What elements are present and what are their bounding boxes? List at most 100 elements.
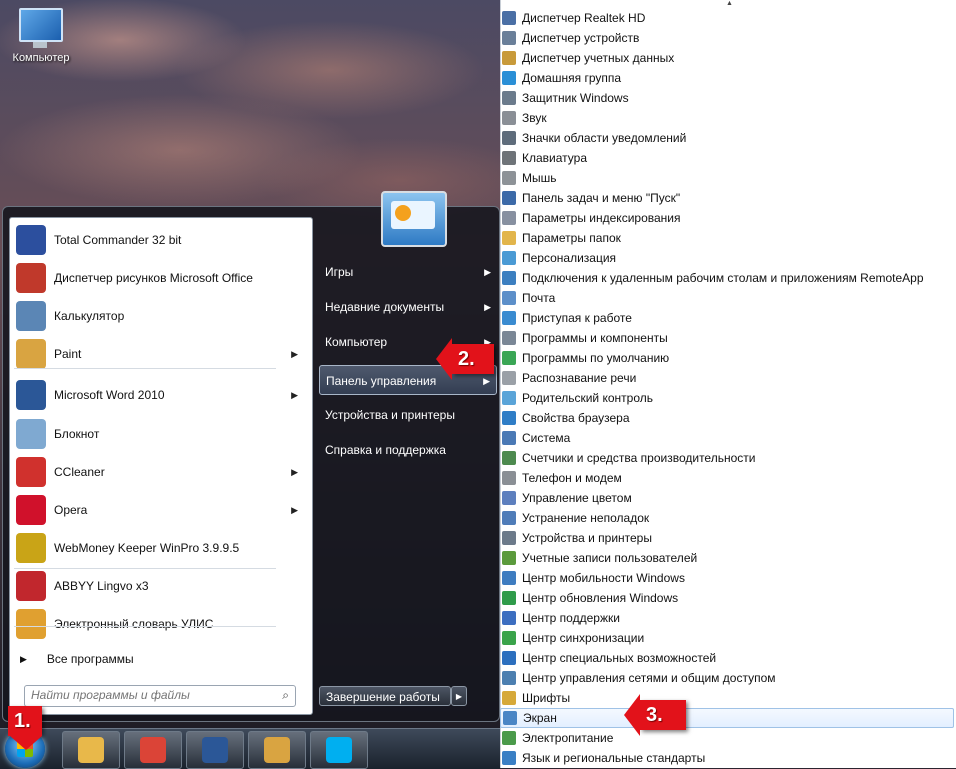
control-panel-item[interactable]: Устройства и принтеры <box>500 528 954 548</box>
control-panel-item[interactable]: Мышь <box>500 168 954 188</box>
control-panel-item[interactable]: Центр обновления Windows <box>500 588 954 608</box>
control-panel-item-icon <box>503 711 517 725</box>
desktop-icon-computer[interactable]: Компьютер <box>6 8 76 64</box>
control-panel-item-icon <box>502 331 516 345</box>
control-panel-item[interactable]: Диспетчер Realtek HD <box>500 8 954 28</box>
program-item[interactable]: CCleaner ▶ <box>14 454 306 490</box>
control-panel-item[interactable]: Центр мобильности Windows <box>500 568 954 588</box>
control-panel-item[interactable]: Программы по умолчанию <box>500 348 954 368</box>
taskbar-button-word[interactable] <box>186 731 244 769</box>
program-item[interactable]: Диспетчер рисунков Microsoft Office <box>14 260 306 296</box>
control-panel-item-label: Персонализация <box>522 251 617 265</box>
start-menu-link[interactable]: Недавние документы ▶ <box>319 292 497 322</box>
control-panel-item[interactable]: Центр управления сетями и общим доступом <box>500 668 954 688</box>
control-panel-item-label: Центр синхронизации <box>522 631 645 645</box>
control-panel-item-label: Защитник Windows <box>522 91 629 105</box>
start-menu-link[interactable]: Справка и поддержка <box>319 435 497 465</box>
control-panel-item[interactable]: Устранение неполадок <box>500 508 954 528</box>
start-menu-link-label: Панель управления <box>326 374 437 388</box>
ccleaner-icon <box>16 457 46 487</box>
taskbar-button-chrome[interactable] <box>124 731 182 769</box>
control-panel-item[interactable]: Значки области уведомлений <box>500 128 954 148</box>
control-panel-item-label: Телефон и модем <box>522 471 622 485</box>
control-panel-item[interactable]: Управление цветом <box>500 488 954 508</box>
shutdown-options-button[interactable]: ▶ <box>451 686 467 706</box>
control-panel-item-icon <box>502 171 516 185</box>
program-item[interactable]: Paint ▶ <box>14 336 306 372</box>
submenu-arrow-icon: ▶ <box>291 504 298 515</box>
control-panel-item[interactable]: Экран <box>500 708 954 728</box>
program-label: Электронный словарь УЛИС <box>54 617 214 631</box>
taskbar-button-paint[interactable] <box>248 731 306 769</box>
control-panel-item[interactable]: Распознавание речи <box>500 368 954 388</box>
control-panel-item[interactable]: Родительский контроль <box>500 388 954 408</box>
control-panel-item[interactable]: Почта <box>500 288 954 308</box>
control-panel-item[interactable]: Параметры папок <box>500 228 954 248</box>
program-label: Opera <box>54 503 88 517</box>
program-label: Блокнот <box>54 427 100 441</box>
start-menu-link-label: Справка и поддержка <box>325 443 446 457</box>
control-panel-item[interactable]: Диспетчер устройств <box>500 28 954 48</box>
start-menu-link-label: Недавние документы <box>325 300 445 314</box>
program-item[interactable]: Электронный словарь УЛИС <box>14 606 306 642</box>
shutdown-button[interactable]: Завершение работы <box>319 686 451 706</box>
control-panel-item[interactable]: Панель задач и меню "Пуск" <box>500 188 954 208</box>
start-menu-link[interactable]: Устройства и принтеры <box>319 400 497 430</box>
control-panel-item[interactable]: Система <box>500 428 954 448</box>
control-panel-item[interactable]: Домашняя группа <box>500 68 954 88</box>
start-search-box[interactable]: ⌕ <box>24 685 296 707</box>
control-panel-item[interactable]: Учетные записи пользователей <box>500 548 954 568</box>
webmoney-icon <box>16 533 46 563</box>
program-item[interactable]: Блокнот <box>14 416 306 452</box>
program-label: ABBYY Lingvo x3 <box>54 579 149 593</box>
control-panel-item-icon <box>502 751 516 765</box>
control-panel-item[interactable]: Диспетчер учетных данных <box>500 48 954 68</box>
control-panel-item[interactable]: Электропитание <box>500 728 954 748</box>
control-panel-item-label: Мышь <box>522 171 557 185</box>
control-panel-item-label: Диспетчер Realtek HD <box>522 11 646 25</box>
search-input[interactable] <box>25 686 277 704</box>
control-panel-item-icon <box>502 431 516 445</box>
control-panel-item-icon <box>502 411 516 425</box>
scroll-up-arrow-icon[interactable]: ▲ <box>726 0 733 7</box>
control-panel-item[interactable]: Защитник Windows <box>500 88 954 108</box>
program-label: Калькулятор <box>54 309 125 323</box>
control-panel-item[interactable]: Язык и региональные стандарты <box>500 748 954 768</box>
control-panel-item[interactable]: Персонализация <box>500 248 954 268</box>
control-panel-item[interactable]: Программы и компоненты <box>500 328 954 348</box>
program-label: Microsoft Word 2010 <box>54 388 165 402</box>
control-panel-item[interactable]: Свойства браузера <box>500 408 954 428</box>
control-panel-item-label: Центр управления сетями и общим доступом <box>522 671 776 685</box>
control-panel-item[interactable]: Счетчики и средства производительности <box>500 448 954 468</box>
control-panel-item[interactable]: Шрифты <box>500 688 954 708</box>
control-panel-item-label: Система <box>522 431 571 445</box>
program-item[interactable]: WebMoney Keeper WinPro 3.9.9.5 <box>14 530 306 566</box>
taskbar-button-explorer[interactable] <box>62 731 120 769</box>
control-panel-item[interactable]: Центр специальных возможностей <box>500 648 954 668</box>
program-item[interactable]: Калькулятор <box>14 298 306 334</box>
program-item[interactable]: Microsoft Word 2010 ▶ <box>14 377 306 413</box>
control-panel-item[interactable]: Центр синхронизации <box>500 628 954 648</box>
control-panel-item[interactable]: Подключения к удаленным рабочим столам и… <box>500 268 954 288</box>
control-panel-item[interactable]: Звук <box>500 108 954 128</box>
control-panel-item-label: Центр обновления Windows <box>522 591 679 605</box>
control-panel-item-icon <box>502 71 516 85</box>
start-menu-link[interactable]: Игры ▶ <box>319 257 497 287</box>
program-item[interactable]: Opera ▶ <box>14 492 306 528</box>
control-panel-item-label: Панель задач и меню "Пуск" <box>522 191 681 205</box>
taskbar-button-skype[interactable] <box>310 731 368 769</box>
control-panel-item-label: Электропитание <box>522 731 614 745</box>
dictionary-icon <box>16 609 46 639</box>
control-panel-item-label: Центр специальных возможностей <box>522 651 717 665</box>
control-panel-item-icon <box>502 611 516 625</box>
control-panel-item[interactable]: Центр поддержки <box>500 608 954 628</box>
opera-icon <box>16 495 46 525</box>
program-item[interactable]: Total Commander 32 bit <box>14 222 306 258</box>
control-panel-item[interactable]: Клавиатура <box>500 148 954 168</box>
search-icon[interactable]: ⌕ <box>282 688 289 703</box>
control-panel-item[interactable]: Параметры индексирования <box>500 208 954 228</box>
all-programs-button[interactable]: ▶ Все программы <box>20 648 300 670</box>
program-item[interactable]: ABBYY Lingvo x3 <box>14 568 306 604</box>
control-panel-item[interactable]: Приступая к работе <box>500 308 954 328</box>
control-panel-item[interactable]: Телефон и модем <box>500 468 954 488</box>
